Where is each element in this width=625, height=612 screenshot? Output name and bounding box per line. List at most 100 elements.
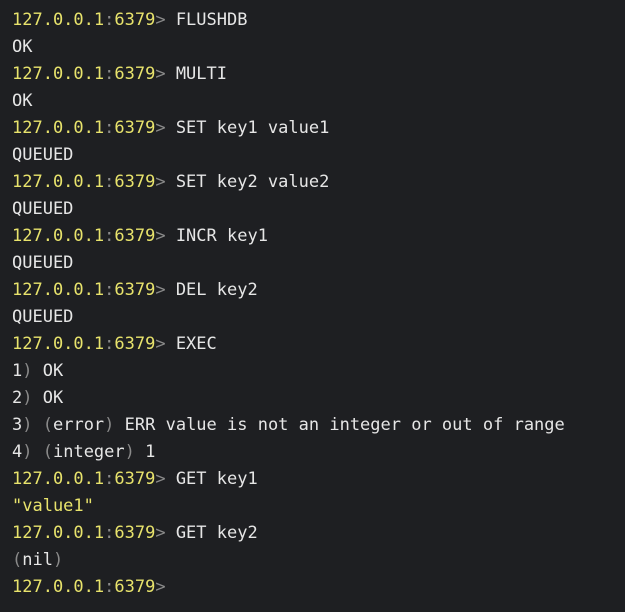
command-text: SET key1 value1 — [165, 118, 330, 138]
prompt-host: 127.0.0.1 — [12, 523, 105, 543]
prompt-symbol: > — [155, 64, 166, 84]
exec-result-line: 2) OK — [12, 385, 625, 412]
result-tag: integer — [52, 442, 125, 462]
prompt-separator: : — [104, 523, 115, 543]
prompt-symbol: > — [155, 469, 166, 489]
output-line: QUEUED — [12, 142, 625, 169]
prompt-port: 6379 — [114, 334, 156, 354]
prompt-symbol: > — [155, 280, 166, 300]
command-text: MULTI — [165, 64, 227, 84]
output-line: QUEUED — [12, 250, 625, 277]
redis-cli-terminal[interactable]: 127.0.0.1:6379> FLUSHDB OK 127.0.0.1:6379>… — [0, 0, 625, 612]
result-index-paren: ) — [22, 415, 43, 435]
prompt-host: 127.0.0.1 — [12, 577, 105, 597]
nil-output-line: (nil) — [12, 547, 625, 574]
output-text: QUEUED — [12, 199, 74, 219]
prompt-separator: : — [104, 172, 115, 192]
result-text: ERR value is not an integer or out of ra… — [124, 415, 565, 435]
prompt-host: 127.0.0.1 — [12, 118, 105, 138]
exec-result-line: 4) (integer) 1 — [12, 439, 625, 466]
prompt-host: 127.0.0.1 — [12, 280, 105, 300]
prompt-symbol: > — [155, 577, 166, 597]
prompt-symbol: > — [155, 10, 166, 30]
prompt-symbol: > — [155, 334, 166, 354]
command-text: INCR key1 — [165, 226, 268, 246]
prompt-port: 6379 — [114, 172, 156, 192]
prompt-port: 6379 — [114, 577, 156, 597]
output-text: QUEUED — [12, 145, 74, 165]
result-tag-close: ) — [124, 442, 146, 462]
string-value: "value1" — [12, 496, 94, 516]
prompt-separator: : — [104, 469, 115, 489]
prompt-line: 127.0.0.1:6379> SET key1 value1 — [12, 115, 625, 142]
output-text: QUEUED — [12, 253, 74, 273]
prompt-line: 127.0.0.1:6379> INCR key1 — [12, 223, 625, 250]
command-text: SET key2 value2 — [165, 172, 330, 192]
result-index: 3 — [12, 415, 23, 435]
command-text: EXEC — [165, 334, 217, 354]
prompt-separator: : — [104, 334, 115, 354]
prompt-host: 127.0.0.1 — [12, 64, 105, 84]
output-line: QUEUED — [12, 304, 625, 331]
prompt-port: 6379 — [114, 226, 156, 246]
prompt-line: 127.0.0.1:6379> MULTI — [12, 61, 625, 88]
output-line: OK — [12, 34, 625, 61]
result-tag-open: ( — [42, 415, 53, 435]
nil-value: nil — [22, 550, 53, 570]
result-text: 1 — [145, 442, 156, 462]
output-text: OK — [12, 37, 33, 57]
result-tag-open: ( — [42, 442, 53, 462]
prompt-symbol: > — [155, 226, 166, 246]
prompt-host: 127.0.0.1 — [12, 226, 105, 246]
prompt-host: 127.0.0.1 — [12, 172, 105, 192]
output-line: OK — [12, 88, 625, 115]
exec-result-line: 1) OK — [12, 358, 625, 385]
command-text: GET key1 — [165, 469, 258, 489]
string-output-line: "value1" — [12, 493, 625, 520]
prompt-line: 127.0.0.1:6379> GET key2 — [12, 520, 625, 547]
prompt-line: 127.0.0.1:6379> SET key2 value2 — [12, 169, 625, 196]
prompt-port: 6379 — [114, 280, 156, 300]
prompt-port: 6379 — [114, 10, 156, 30]
prompt-symbol: > — [155, 523, 166, 543]
prompt-symbol: > — [155, 172, 166, 192]
prompt-port: 6379 — [114, 469, 156, 489]
prompt-line: 127.0.0.1:6379> EXEC — [12, 331, 625, 358]
prompt-host: 127.0.0.1 — [12, 469, 105, 489]
prompt-line: 127.0.0.1:6379> GET key1 — [12, 466, 625, 493]
result-index-paren: ) — [22, 361, 43, 381]
output-text: OK — [12, 91, 33, 111]
output-text: QUEUED — [12, 307, 74, 327]
nil-open: ( — [12, 550, 23, 570]
prompt-separator: : — [104, 64, 115, 84]
result-index: 4 — [12, 442, 23, 462]
prompt-symbol: > — [155, 118, 166, 138]
result-index: 1 — [12, 361, 23, 381]
prompt-port: 6379 — [114, 64, 156, 84]
result-tag: error — [52, 415, 105, 435]
prompt-separator: : — [104, 118, 115, 138]
prompt-port: 6379 — [114, 118, 156, 138]
prompt-line: 127.0.0.1:6379> DEL key2 — [12, 277, 625, 304]
prompt-line: 127.0.0.1:6379> — [12, 574, 625, 601]
prompt-separator: : — [104, 280, 115, 300]
command-text: GET key2 — [165, 523, 258, 543]
result-tag-close: ) — [104, 415, 125, 435]
prompt-host: 127.0.0.1 — [12, 334, 105, 354]
prompt-line: 127.0.0.1:6379> FLUSHDB — [12, 7, 625, 34]
result-text: OK — [42, 388, 64, 408]
prompt-port: 6379 — [114, 523, 156, 543]
command-text: DEL key2 — [165, 280, 258, 300]
command-text: FLUSHDB — [165, 10, 248, 30]
output-line: QUEUED — [12, 196, 625, 223]
result-index-paren: ) — [22, 442, 43, 462]
result-index: 2 — [12, 388, 23, 408]
exec-result-line: 3) (error) ERR value is not an integer o… — [12, 412, 625, 439]
result-text: OK — [42, 361, 64, 381]
nil-close: ) — [52, 550, 64, 570]
prompt-separator: : — [104, 577, 115, 597]
prompt-separator: : — [104, 226, 115, 246]
prompt-host: 127.0.0.1 — [12, 10, 105, 30]
prompt-separator: : — [104, 10, 115, 30]
result-index-paren: ) — [22, 388, 43, 408]
